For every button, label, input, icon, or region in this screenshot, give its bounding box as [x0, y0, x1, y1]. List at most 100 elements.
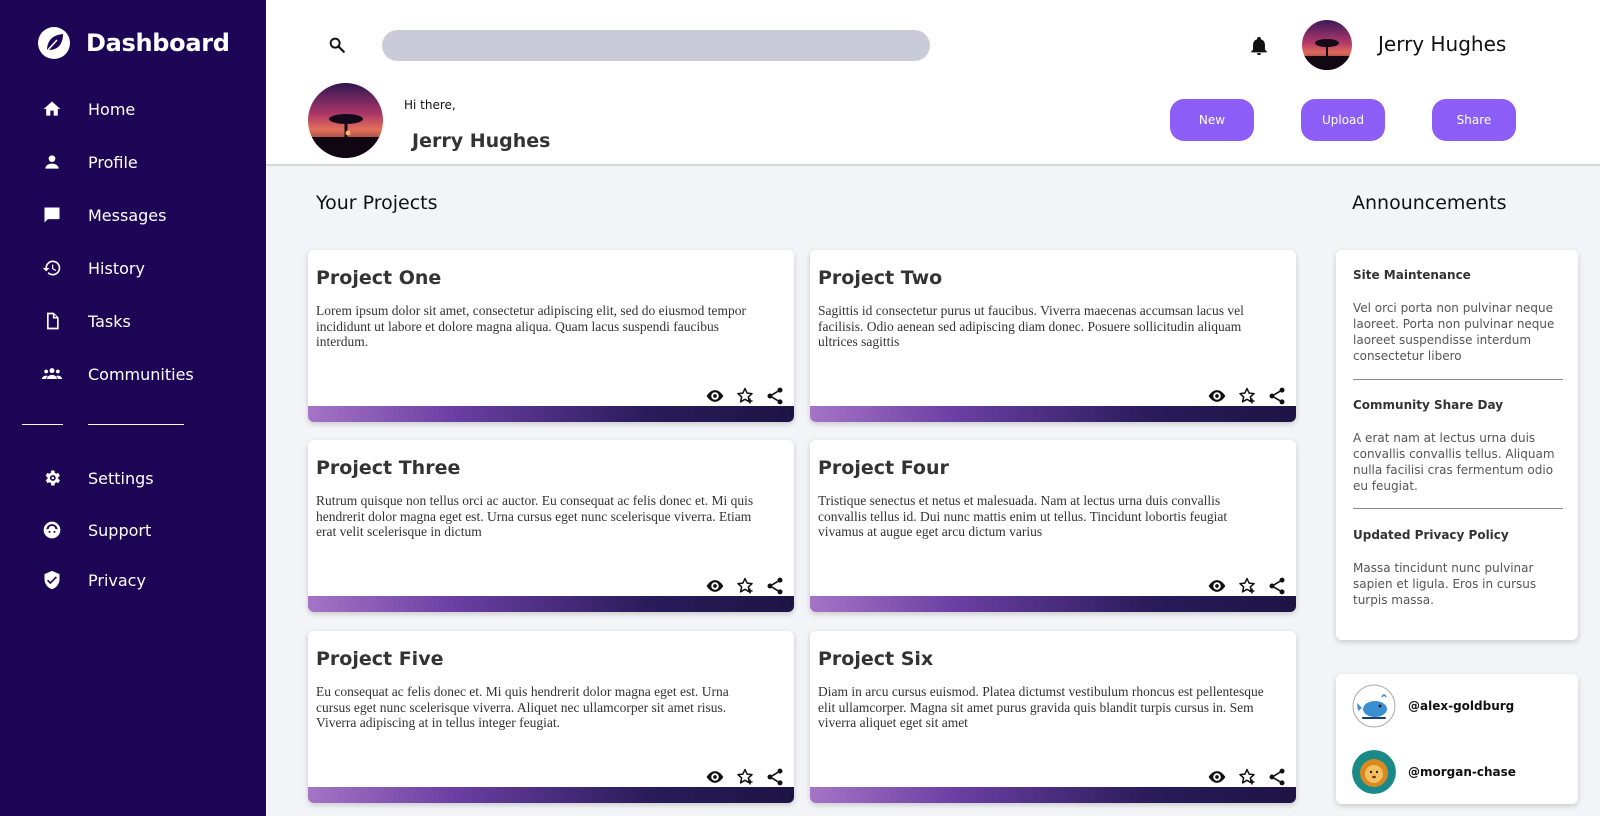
share-icon[interactable] [764, 576, 786, 596]
project-card[interactable]: Project Three Rutrum quisque non tellus o… [308, 440, 794, 612]
new-button[interactable]: New [1170, 99, 1254, 141]
announcement-body: A erat nam at lectus urna duis convallis… [1353, 431, 1555, 493]
sidebar-divider [88, 424, 184, 425]
project-actions [704, 576, 786, 596]
project-description: Rutrum quisque non tellus orci ac auctor… [316, 493, 754, 539]
sidebar-item-label: Privacy [88, 570, 146, 590]
document-icon [42, 311, 62, 331]
project-actions [704, 767, 786, 787]
project-description: Lorem ipsum dolor sit amet, consectetur … [316, 303, 747, 349]
announcement-title: Community Share Day [1353, 398, 1504, 412]
project-card[interactable]: Project Four Tristique senectus et netus … [810, 440, 1296, 612]
announcement-title: Updated Privacy Policy [1353, 528, 1509, 542]
star-add-icon[interactable] [734, 576, 756, 596]
project-card[interactable]: Project Five Eu consequat ac felis donec … [308, 631, 794, 803]
project-description: Sagittis id consectetur purus ut faucibu… [818, 303, 1244, 349]
brand-name: Dashboard [86, 29, 230, 57]
project-actions [1206, 576, 1288, 596]
share-icon[interactable] [1266, 767, 1288, 787]
eye-icon[interactable] [1206, 576, 1228, 596]
search-input[interactable] [382, 30, 930, 61]
brand[interactable]: Dashboard [38, 26, 230, 60]
announcement-item[interactable]: Site Maintenance Vel orci porta non pulv… [1353, 268, 1563, 364]
project-accent-bar [308, 787, 794, 803]
project-card[interactable]: Project Six Diam in arcu cursus euismod. … [810, 631, 1296, 803]
star-add-icon[interactable] [1236, 767, 1258, 787]
contact-item[interactable]: @morgan-chase [1352, 750, 1516, 794]
project-card[interactable]: Project One Lorem ipsum dolor sit amet, c… [308, 250, 794, 422]
person-icon [42, 152, 62, 172]
sidebar-item-messages[interactable]: Messages [42, 200, 166, 230]
star-add-icon[interactable] [1236, 386, 1258, 406]
sidebar-item-label: Support [88, 520, 152, 540]
header-user-name[interactable]: Jerry Hughes [1378, 32, 1506, 56]
group-icon [42, 364, 62, 384]
header-avatar[interactable] [1302, 20, 1352, 70]
sidebar-item-communities[interactable]: Communities [42, 359, 194, 389]
share-icon[interactable] [1266, 386, 1288, 406]
sidebar-item-label: Tasks [88, 311, 131, 331]
sidebar-item-history[interactable]: History [42, 253, 145, 283]
gear-icon [42, 468, 62, 488]
sidebar-item-label: Home [88, 99, 136, 119]
project-title: Project Two [818, 267, 943, 289]
sidebar-item-home[interactable]: Home [42, 94, 135, 124]
sidebar-item-privacy[interactable]: Privacy [42, 565, 146, 595]
share-icon[interactable] [764, 386, 786, 406]
announcement-body: Vel orci porta non pulvinar neque laoree… [1353, 301, 1555, 363]
chat-icon [42, 205, 62, 225]
sidebar-item-profile[interactable]: Profile [42, 147, 138, 177]
eye-icon[interactable] [1206, 767, 1228, 787]
announcement-divider [1353, 508, 1563, 509]
star-add-icon[interactable] [1236, 576, 1258, 596]
sidebar-item-label: Profile [88, 152, 138, 172]
star-add-icon[interactable] [734, 767, 756, 787]
bell-icon[interactable] [1248, 34, 1270, 58]
project-title: Project Six [818, 648, 934, 670]
project-description: Eu consequat ac felis donec et. Mi quis … [316, 684, 729, 730]
greeting-text: Hi there, [404, 98, 456, 112]
share-icon[interactable] [1266, 576, 1288, 596]
header: Jerry Hughes Hi there, Jerry Hughes New … [266, 0, 1600, 166]
project-actions [704, 386, 786, 406]
announcements-title: Announcements [1352, 192, 1507, 214]
share-icon[interactable] [764, 767, 786, 787]
profile-name: Jerry Hughes [412, 130, 551, 152]
sidebar-item-label: Settings [88, 468, 154, 488]
leaf-icon [38, 27, 70, 59]
search-icon[interactable] [328, 36, 346, 54]
sidebar-item-label: Communities [88, 364, 194, 384]
eye-icon[interactable] [704, 576, 726, 596]
contact-handle: @alex-goldburg [1408, 699, 1515, 713]
eye-icon[interactable] [704, 767, 726, 787]
announcement-title: Site Maintenance [1353, 268, 1471, 282]
star-add-icon[interactable] [734, 386, 756, 406]
sidebar-item-settings[interactable]: Settings [42, 463, 154, 493]
sidebar-item-support[interactable]: Support [42, 515, 151, 545]
project-accent-bar [308, 406, 794, 422]
contacts-panel: @alex-goldburg @morgan-chase [1336, 674, 1578, 804]
sidebar: Dashboard Home Profile Messages History … [0, 0, 266, 816]
announcement-item[interactable]: Community Share Day A erat nam at lectus… [1353, 398, 1563, 494]
announcement-body: Massa tincidunt nunc pulvinar sapien et … [1353, 561, 1537, 607]
project-title: Project Four [818, 457, 949, 479]
shield-icon [42, 570, 62, 590]
support-icon [42, 520, 62, 540]
sidebar-item-tasks[interactable]: Tasks [42, 306, 131, 336]
share-button[interactable]: Share [1432, 99, 1516, 141]
projects-title: Your Projects [316, 192, 438, 214]
announcement-item[interactable]: Updated Privacy Policy Massa tincidunt n… [1353, 528, 1563, 608]
profile-avatar [308, 83, 383, 158]
project-accent-bar [810, 787, 1296, 803]
whale-avatar [1352, 684, 1396, 728]
home-icon [42, 99, 62, 119]
contact-item[interactable]: @alex-goldburg [1352, 684, 1514, 728]
announcements-panel: Site Maintenance Vel orci porta non pulv… [1336, 250, 1578, 640]
project-title: Project One [316, 267, 442, 289]
project-card[interactable]: Project Two Sagittis id consectetur purus… [810, 250, 1296, 422]
eye-icon[interactable] [1206, 386, 1228, 406]
eye-icon[interactable] [704, 386, 726, 406]
project-title: Project Five [316, 648, 444, 670]
upload-button[interactable]: Upload [1301, 99, 1385, 141]
project-title: Project Three [316, 457, 461, 479]
